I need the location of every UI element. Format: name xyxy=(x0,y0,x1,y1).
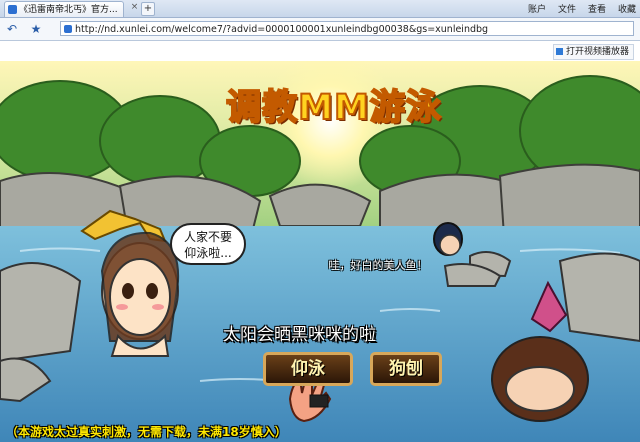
top-menu: 账户 文件 查看 收藏 xyxy=(528,2,636,15)
game-hint: 太阳会晒黑咪咪的啦 xyxy=(223,325,376,345)
open-video-player-label: 打开视频播放器 xyxy=(565,47,629,57)
tab-title: 《迅雷南帝北丐》官方... xyxy=(19,5,118,15)
menu-view[interactable]: 查看 xyxy=(588,2,606,15)
speech-right: 哇，好白的美人鱼！ xyxy=(328,259,428,272)
site-favicon-icon xyxy=(8,5,17,14)
favorite-star-icon[interactable]: ★ xyxy=(28,21,44,37)
video-player-icon xyxy=(555,48,563,55)
back-icon[interactable]: ↶ xyxy=(4,21,20,37)
browser-tab[interactable]: 《迅雷南帝北丐》官方... xyxy=(4,1,124,17)
video-toolbar: 打开视频播放器 xyxy=(0,41,640,61)
address-input[interactable]: http://nd.xunlei.com/welcome7/?advid=000… xyxy=(60,21,634,36)
dog-paddle-button[interactable]: 狗刨 xyxy=(370,352,442,386)
menu-file[interactable]: 文件 xyxy=(558,2,576,15)
new-tab-button[interactable]: + xyxy=(141,2,155,16)
page-icon xyxy=(64,25,72,33)
game-title: 调教MM游泳 xyxy=(225,87,442,129)
tab-close-icon[interactable]: × xyxy=(130,3,139,12)
speech-left-line-2: 仰泳啦... xyxy=(184,246,232,260)
game-canvas[interactable]: 调教MM游泳 人家不要 仰泳啦... 哇，好白的美人鱼！ 太阳会晒黑咪咪的啦 仰… xyxy=(0,61,640,442)
backstroke-button[interactable]: 仰泳 xyxy=(263,352,353,386)
open-video-player-button[interactable]: 打开视频播放器 xyxy=(552,44,634,60)
guy-middle xyxy=(433,222,463,256)
speech-bubble-left: 人家不要 仰泳啦... xyxy=(170,223,246,265)
age-notice: （本游戏太过真实刺激，无需下载，未满18岁慎入） xyxy=(6,425,287,439)
menu-favorites[interactable]: 收藏 xyxy=(618,2,636,15)
url-text: http://nd.xunlei.com/welcome7/?advid=000… xyxy=(75,24,489,35)
menu-account[interactable]: 账户 xyxy=(528,2,546,15)
tab-bar: 《迅雷南帝北丐》官方... × + 账户 文件 查看 收藏 xyxy=(0,0,640,18)
address-toolbar: ↶ ★ http://nd.xunlei.com/welcome7/?advid… xyxy=(0,18,640,41)
speech-left-line-1: 人家不要 xyxy=(183,230,232,244)
